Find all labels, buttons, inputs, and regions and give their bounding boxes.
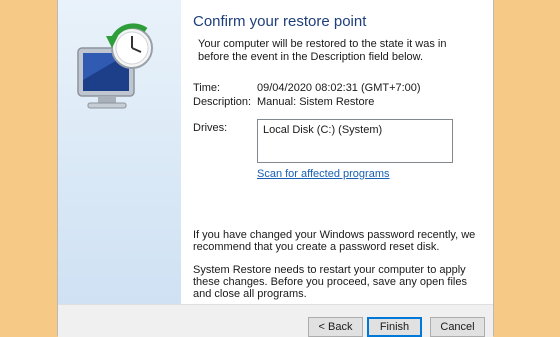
system-restore-dialog: Confirm your restore point Your computer… (57, 0, 494, 337)
button-bar: < Back Finish Cancel (58, 304, 493, 337)
time-label: Time: (193, 82, 221, 94)
restart-note: System Restore needs to restart your com… (193, 264, 467, 300)
drives-list[interactable]: Local Disk (C:) (System) (257, 119, 453, 163)
scan-affected-programs-link[interactable]: Scan for affected programs (257, 168, 389, 180)
password-note: If you have changed your Windows passwor… (193, 229, 476, 253)
drive-item[interactable]: Local Disk (C:) (System) (263, 124, 447, 136)
system-restore-icon (77, 23, 153, 109)
page-title: Confirm your restore point (193, 13, 367, 30)
cancel-button[interactable]: Cancel (430, 317, 485, 337)
back-button[interactable]: < Back (308, 317, 363, 337)
description-label: Description: (193, 96, 252, 108)
intro-text: Your computer will be restored to the st… (198, 38, 447, 63)
side-panel (58, 0, 181, 304)
description-value: Manual: Sistem Restore (257, 96, 375, 108)
drives-label: Drives: (193, 122, 228, 134)
time-value: 09/04/2020 08:02:31 (GMT+7:00) (257, 82, 421, 94)
finish-button[interactable]: Finish (367, 317, 422, 337)
content-area: Confirm your restore point Your computer… (193, 0, 488, 304)
